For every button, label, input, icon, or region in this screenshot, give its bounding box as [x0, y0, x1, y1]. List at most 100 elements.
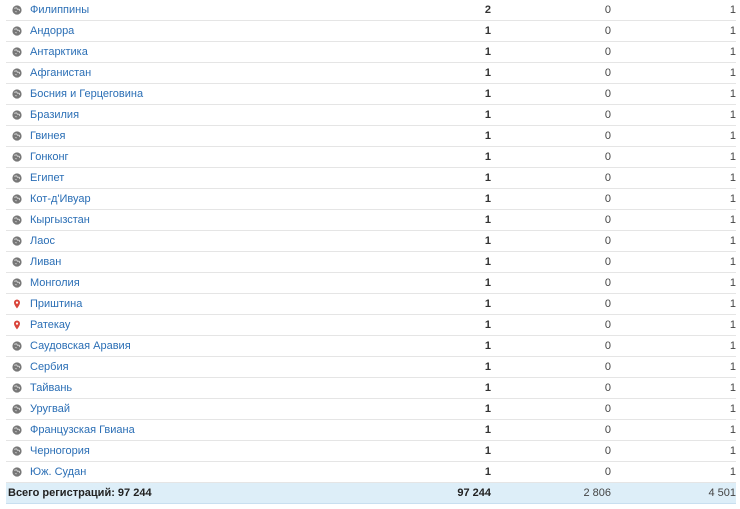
- registrations-value: 1: [406, 62, 491, 84]
- second-value: 0: [491, 419, 611, 441]
- registrations-value: 1: [406, 83, 491, 105]
- country-name-wrap: Египет: [6, 168, 406, 188]
- table-row: Черногория 1 0 1: [6, 440, 736, 462]
- second-value: 0: [491, 398, 611, 420]
- third-value: 1: [611, 314, 736, 336]
- map-pin-icon: [12, 299, 22, 309]
- registrations-value: 1: [406, 377, 491, 399]
- country-name-wrap: Филиппины: [6, 0, 406, 20]
- globe-icon: [12, 47, 22, 57]
- country-name-wrap: Бразилия: [6, 105, 406, 125]
- country-link[interactable]: Антарктика: [30, 46, 88, 58]
- third-value: 1: [611, 104, 736, 126]
- country-cell: Ратекау: [6, 314, 406, 336]
- country-name-wrap: Черногория: [6, 441, 406, 461]
- country-link[interactable]: Тайвань: [30, 382, 72, 394]
- third-value: 1: [611, 461, 736, 483]
- country-link[interactable]: Монголия: [30, 277, 80, 289]
- globe-icon: [12, 383, 22, 393]
- country-link[interactable]: Юж. Судан: [30, 466, 86, 478]
- registrations-value: 1: [406, 104, 491, 126]
- country-name-wrap: Уругвай: [6, 399, 406, 419]
- table-row: Бразилия 1 0 1: [6, 104, 736, 126]
- globe-icon: [12, 194, 22, 204]
- country-link[interactable]: Афганистан: [30, 67, 91, 79]
- third-value: 1: [611, 230, 736, 252]
- table-row: Ливан 1 0 1: [6, 251, 736, 273]
- globe-icon: [12, 341, 22, 351]
- country-link[interactable]: Гонконг: [30, 151, 69, 163]
- second-value: 0: [491, 20, 611, 42]
- country-link[interactable]: Уругвай: [30, 403, 70, 415]
- third-value: 1: [611, 377, 736, 399]
- country-link[interactable]: Босния и Герцеговина: [30, 88, 143, 100]
- country-cell: Ливан: [6, 251, 406, 273]
- country-name-wrap: Кыргызстан: [6, 210, 406, 230]
- country-link[interactable]: Бразилия: [30, 109, 79, 121]
- country-cell: Черногория: [6, 440, 406, 462]
- globe-icon: [12, 131, 22, 141]
- country-link[interactable]: Египет: [30, 172, 64, 184]
- third-value: 1: [611, 335, 736, 357]
- country-cell: Уругвай: [6, 398, 406, 420]
- country-name-wrap: Лаос: [6, 231, 406, 251]
- globe-icon: [12, 215, 22, 225]
- country-link[interactable]: Ратекау: [30, 319, 70, 331]
- country-cell: Бразилия: [6, 104, 406, 126]
- third-value: 1: [611, 398, 736, 420]
- country-name-wrap: Саудовская Аравия: [6, 336, 406, 356]
- total-label: Всего регистраций: 97 244: [8, 487, 152, 499]
- country-name-wrap: Антарктика: [6, 42, 406, 62]
- table-row: Уругвай 1 0 1: [6, 398, 736, 420]
- country-name-wrap: Монголия: [6, 273, 406, 293]
- registrations-value: 2: [406, 0, 491, 21]
- table-row: Афганистан 1 0 1: [6, 62, 736, 84]
- registrations-value: 1: [406, 419, 491, 441]
- total-a: 97 244: [406, 482, 491, 504]
- table-row: Юж. Судан 1 0 1: [6, 461, 736, 483]
- table-row: Антарктика 1 0 1: [6, 41, 736, 63]
- registrations-value: 1: [406, 314, 491, 336]
- country-cell: Кот-д'Ивуар: [6, 188, 406, 210]
- country-name-wrap: Босния и Герцеговина: [6, 84, 406, 104]
- registrations-value: 1: [406, 146, 491, 168]
- country-link[interactable]: Черногория: [30, 445, 90, 457]
- country-link[interactable]: Кот-д'Ивуар: [30, 193, 91, 205]
- third-value: 1: [611, 41, 736, 63]
- third-value: 1: [611, 356, 736, 378]
- country-link[interactable]: Андорра: [30, 25, 74, 37]
- registrations-value: 1: [406, 251, 491, 273]
- second-value: 0: [491, 293, 611, 315]
- country-link[interactable]: Лаос: [30, 235, 55, 247]
- country-link[interactable]: Приштина: [30, 298, 82, 310]
- third-value: 1: [611, 419, 736, 441]
- total-b: 2 806: [491, 482, 611, 504]
- table-row: Босния и Герцеговина 1 0 1: [6, 83, 736, 105]
- table-row: Гонконг 1 0 1: [6, 146, 736, 168]
- country-cell: Французская Гвиана: [6, 419, 406, 441]
- globe-icon: [12, 68, 22, 78]
- country-link[interactable]: Кыргызстан: [30, 214, 90, 226]
- globe-icon: [12, 89, 22, 99]
- country-link[interactable]: Французская Гвиана: [30, 424, 135, 436]
- country-link[interactable]: Филиппины: [30, 4, 89, 16]
- country-link[interactable]: Ливан: [30, 256, 61, 268]
- map-pin-icon: [12, 320, 22, 330]
- registrations-value: 1: [406, 209, 491, 231]
- table-row: Саудовская Аравия 1 0 1: [6, 335, 736, 357]
- table-row: Французская Гвиана 1 0 1: [6, 419, 736, 441]
- table-row: Монголия 1 0 1: [6, 272, 736, 294]
- second-value: 0: [491, 314, 611, 336]
- total-c: 4 501: [611, 482, 736, 504]
- registrations-value: 1: [406, 125, 491, 147]
- globe-icon: [12, 110, 22, 120]
- country-cell: Египет: [6, 167, 406, 189]
- country-name-wrap: Сербия: [6, 357, 406, 377]
- country-link[interactable]: Саудовская Аравия: [30, 340, 131, 352]
- country-link[interactable]: Сербия: [30, 361, 69, 373]
- country-cell: Афганистан: [6, 62, 406, 84]
- second-value: 0: [491, 251, 611, 273]
- country-link[interactable]: Гвинея: [30, 130, 65, 142]
- total-label-cell: Всего регистраций: 97 244: [6, 482, 406, 504]
- second-value: 0: [491, 83, 611, 105]
